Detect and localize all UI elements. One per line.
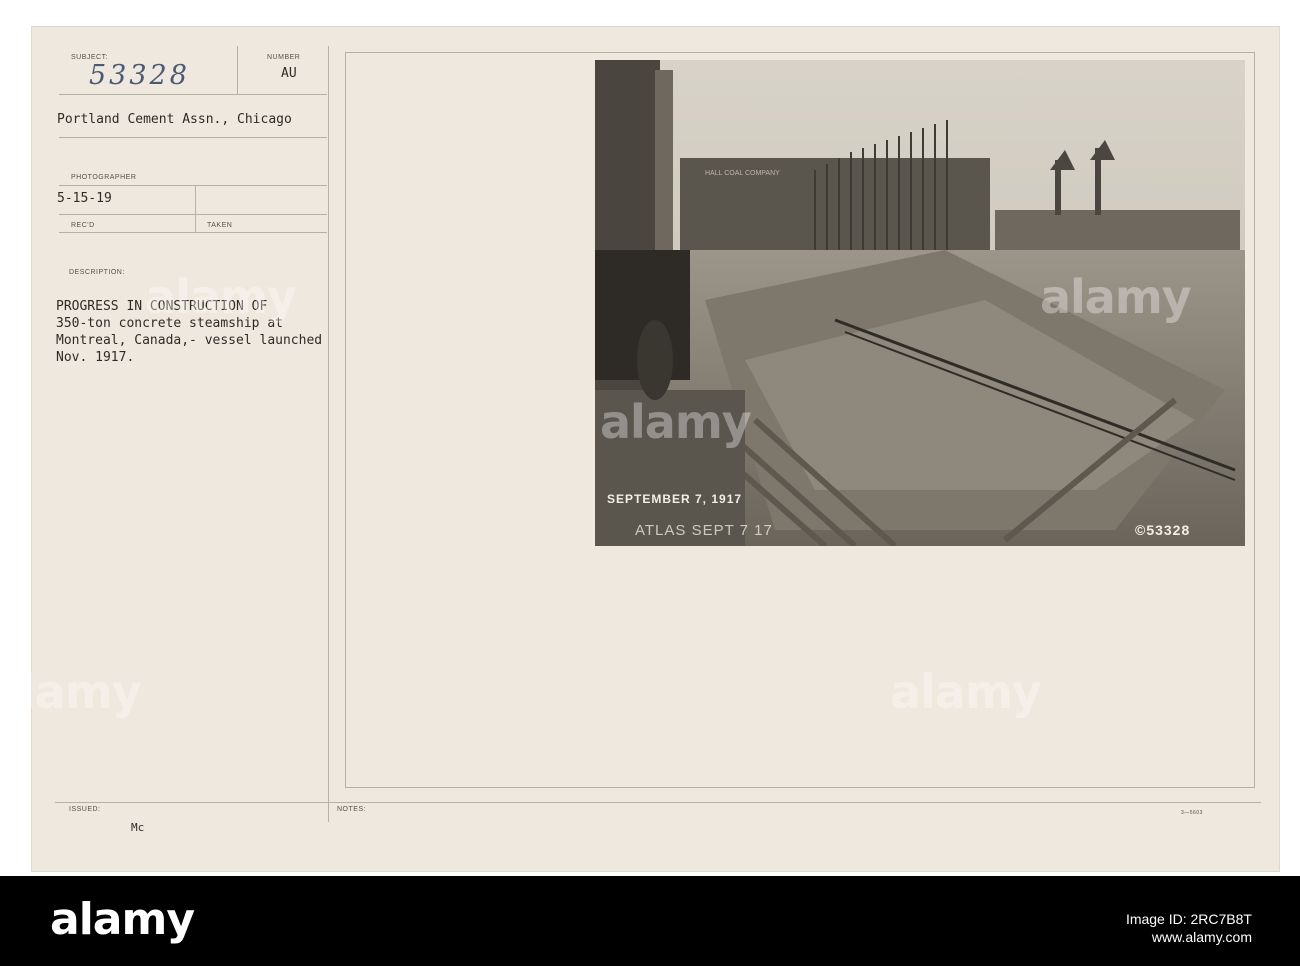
taken-label: TAKEN [207, 222, 233, 229]
shed [995, 210, 1240, 250]
issued-label: ISSUED: [69, 806, 101, 813]
worker [637, 320, 673, 400]
issued-value: Mc [131, 821, 145, 834]
watermark: alamy [1040, 270, 1192, 324]
watermark: alamy [0, 665, 142, 719]
date-stamp: SEPTEMBER 7, 1917 [607, 492, 743, 506]
divider [237, 46, 238, 94]
form-number: 3—5603 [1181, 810, 1203, 816]
notes-label: NOTES: [337, 806, 367, 813]
photographer-label: PHOTOGRAPHER [71, 174, 137, 181]
number-label: NUMBER [267, 54, 301, 61]
column-divider [328, 46, 329, 822]
record-card: SUBJECT: 53328 NUMBER AU Portland Cement… [31, 26, 1280, 872]
divider [59, 214, 327, 215]
footer-bar: alamy Image ID: 2RC7B8T www.alamy.com [0, 876, 1300, 966]
image-info: Image ID: 2RC7B8T www.alamy.com [1126, 910, 1252, 946]
recd-label: REC'D [71, 222, 95, 229]
negative-number: ©53328 [1135, 522, 1191, 538]
watermark: alamy [890, 665, 1042, 719]
watermark: alamy [600, 395, 752, 449]
recd-date: 5-15-19 [57, 191, 112, 206]
number-value: AU [281, 66, 297, 81]
watermark: alamy [145, 270, 297, 324]
source-text: Portland Cement Assn., Chicago [57, 112, 292, 127]
divider [59, 185, 327, 186]
divider [195, 186, 196, 232]
subject-number: 53328 [89, 60, 190, 91]
brand-logo: alamy [50, 894, 195, 945]
description-line: Nov. 1917. [56, 350, 135, 365]
divider [59, 94, 327, 95]
divider [59, 232, 327, 233]
building-sign: HALL COAL COMPANY [705, 170, 780, 177]
divider [55, 802, 1261, 803]
description-line: Montreal, Canada,- vessel launched [56, 333, 323, 348]
divider [59, 137, 327, 138]
site-url: www.alamy.com [1151, 929, 1252, 945]
description-label: DESCRIPTION: [69, 269, 125, 276]
image-id: Image ID: 2RC7B8T [1125, 911, 1252, 927]
atlas-stamp: ATLAS SEPT 7 17 [635, 522, 773, 539]
